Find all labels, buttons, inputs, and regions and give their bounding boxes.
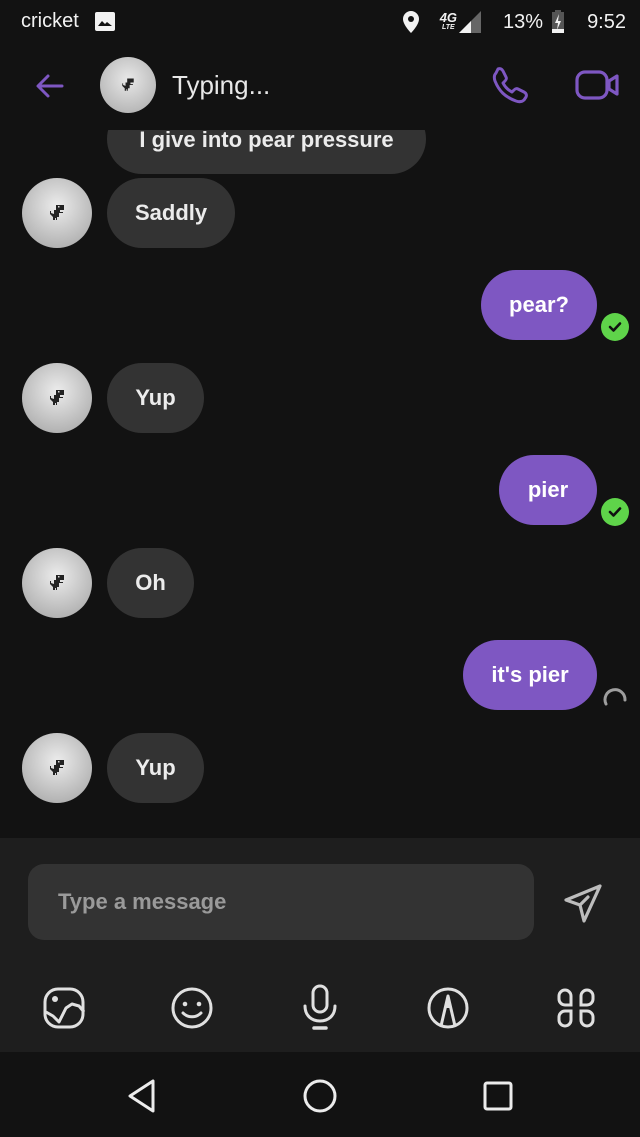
system-nav-bar <box>0 1052 640 1137</box>
clock: 9:52 <box>587 10 626 33</box>
message-text: Yup <box>135 755 176 780</box>
nav-recents-button[interactable] <box>476 1074 520 1118</box>
sending-spinner-icon <box>603 688 627 706</box>
contact-avatar[interactable] <box>22 178 92 248</box>
network-label: 4G <box>439 10 458 25</box>
drawing-button[interactable] <box>424 984 472 1032</box>
nav-home-button[interactable] <box>298 1074 342 1118</box>
video-camera-icon[interactable] <box>574 66 622 104</box>
contact-avatar[interactable] <box>22 733 92 803</box>
message-text: it's pier <box>491 662 569 687</box>
message-bubble-outgoing[interactable]: it's pier <box>463 640 597 710</box>
delivered-check-icon <box>601 498 629 526</box>
message-bubble-incoming[interactable]: Yup <box>107 363 204 433</box>
status-bar: cricket 4G LTE 13% 9:52 <box>0 0 640 46</box>
send-icon[interactable] <box>560 880 608 928</box>
contact-status: Typing... <box>172 70 271 100</box>
message-text: I give into pear pressure <box>139 127 394 152</box>
battery-charging-icon <box>552 10 565 33</box>
message-text: Saddly <box>135 200 208 225</box>
composer <box>0 838 640 1052</box>
dino-icon <box>50 205 64 220</box>
chat-header: Typing... <box>0 46 640 130</box>
gallery-icon <box>43 987 86 1029</box>
message-text: pear? <box>509 292 569 317</box>
contact-avatar[interactable] <box>22 363 92 433</box>
drawing-icon <box>427 987 469 1029</box>
apps-button[interactable] <box>552 984 600 1032</box>
location-pin-icon <box>402 11 419 33</box>
message-bubble-incoming[interactable]: Oh <box>107 548 194 618</box>
signal-icon <box>459 11 482 33</box>
microphone-icon <box>303 984 337 1030</box>
nav-back-button[interactable] <box>120 1074 164 1118</box>
message-text: Yup <box>135 385 176 410</box>
emoji-button[interactable] <box>168 984 216 1032</box>
delivered-check-icon <box>601 313 629 341</box>
nav-home-icon <box>303 1079 337 1113</box>
phone-icon[interactable] <box>490 64 532 106</box>
contact-avatar[interactable] <box>100 57 156 113</box>
message-text: Oh <box>135 570 166 595</box>
dino-icon <box>122 78 134 91</box>
nav-back-icon <box>128 1079 155 1113</box>
nav-recents-icon <box>483 1081 513 1111</box>
arrow-left-icon[interactable] <box>32 68 68 104</box>
contact-avatar[interactable] <box>22 548 92 618</box>
message-bubble-incoming[interactable]: Yup <box>107 733 204 803</box>
gallery-button[interactable] <box>40 984 88 1032</box>
image-icon <box>95 12 115 31</box>
dino-icon <box>50 390 64 405</box>
dino-icon <box>50 760 64 775</box>
message-bubble-outgoing[interactable]: pier <box>499 455 597 525</box>
emoji-icon <box>171 987 213 1029</box>
message-bubble-incoming[interactable]: Saddly <box>107 178 236 248</box>
carrier-name: cricket <box>21 10 79 32</box>
network-type: 4G LTE <box>439 10 458 33</box>
battery-percent: 13% <box>503 10 544 33</box>
dino-icon <box>50 575 64 590</box>
apps-icon <box>557 988 595 1028</box>
voice-button[interactable] <box>296 984 344 1032</box>
message-text: pier <box>527 477 569 502</box>
network-sub-label: LTE <box>442 24 455 31</box>
message-bubble-outgoing[interactable]: pear? <box>481 270 597 340</box>
message-input[interactable] <box>28 864 534 940</box>
